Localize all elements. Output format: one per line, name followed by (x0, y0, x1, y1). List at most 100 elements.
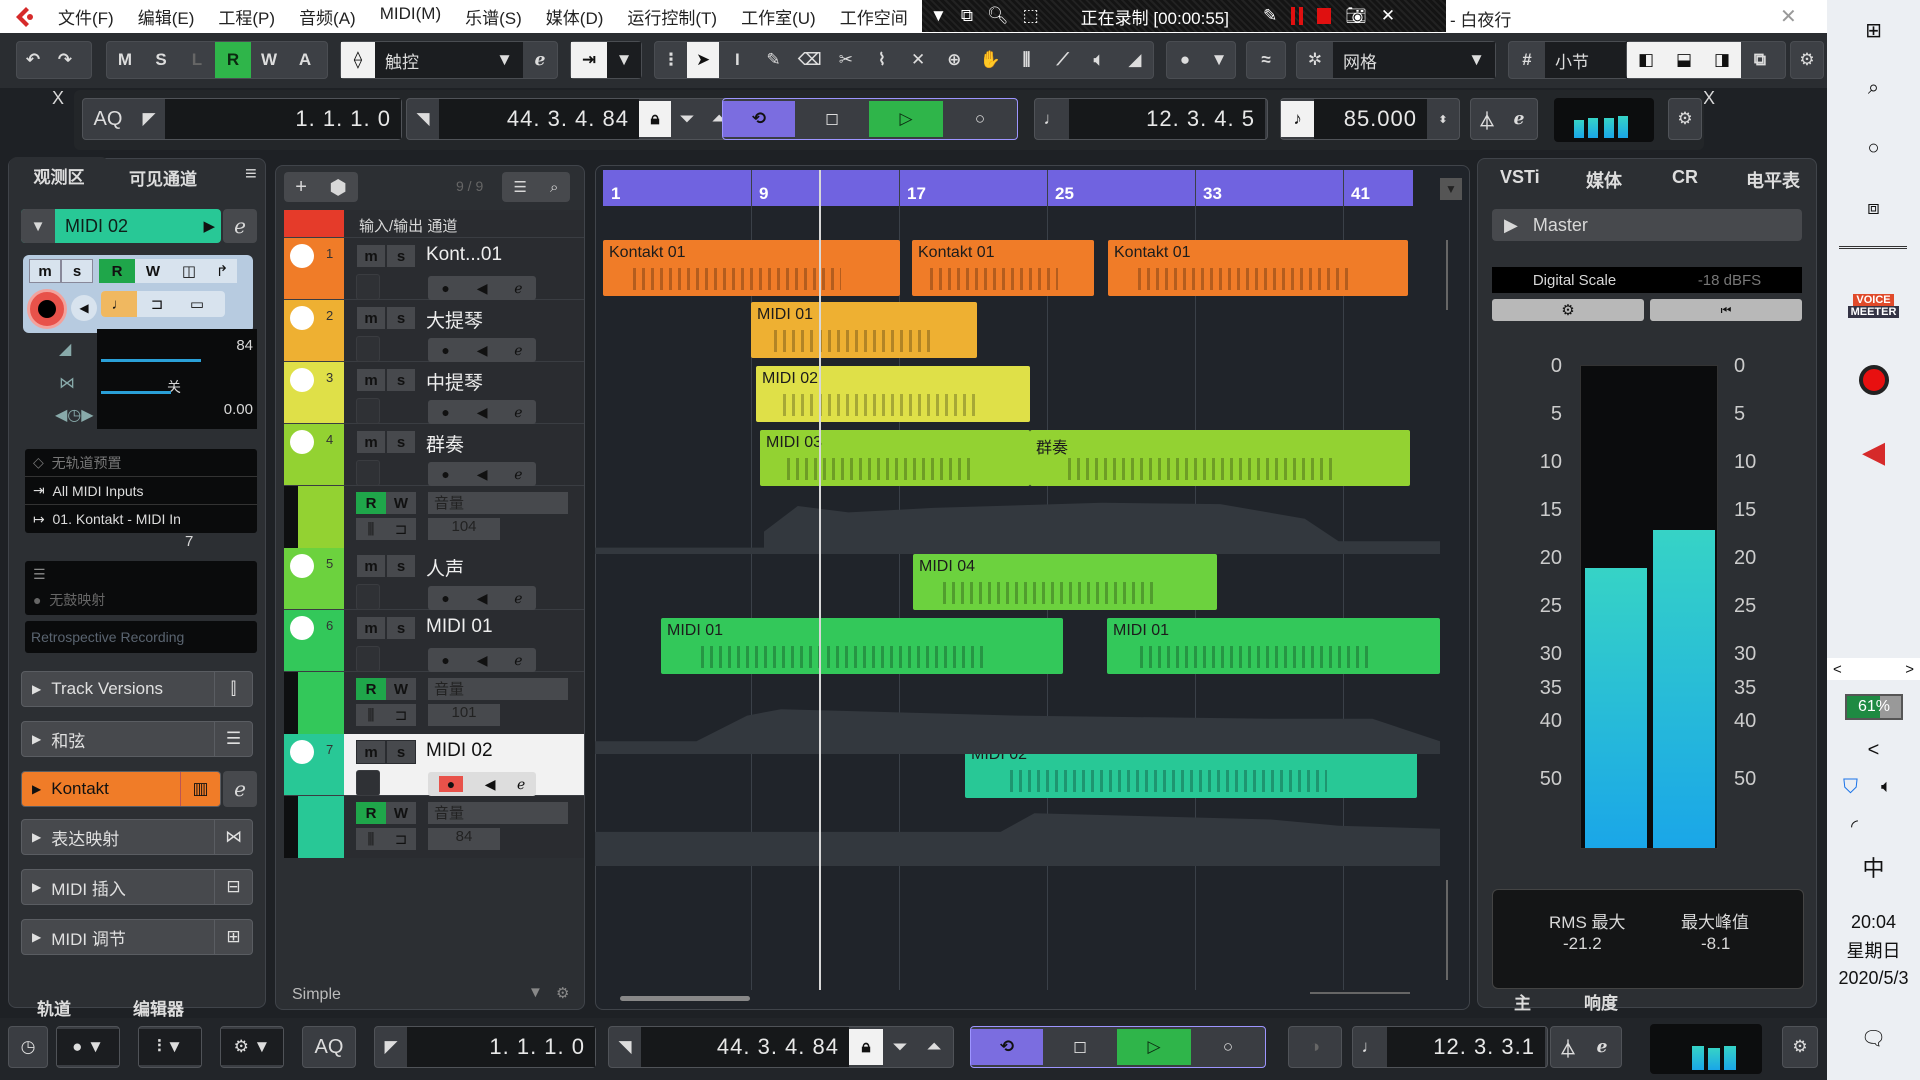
lock-icon[interactable]: ⊐ (386, 518, 416, 540)
menu-media[interactable]: 媒体(D) (534, 4, 616, 29)
track-name[interactable]: 大提琴 (426, 306, 483, 333)
edit-icon[interactable]: ℯ (514, 590, 522, 607)
lock-icon[interactable]: 🔒︎ (639, 101, 671, 137)
solo-button[interactable]: s (386, 306, 416, 330)
right-locator-icon[interactable]: ◥ (609, 1029, 641, 1065)
solo-button[interactable]: S (143, 42, 179, 78)
left-zone-icon[interactable]: ◧ (1627, 42, 1665, 78)
menu-audio[interactable]: 音频(A) (287, 4, 368, 29)
search-icon[interactable]: ⌕ (550, 179, 558, 196)
security-icon[interactable]: ⛉ (1843, 776, 1858, 799)
gear-icon[interactable]: ⚙ (1783, 1029, 1817, 1065)
snap-dropdown[interactable]: ▼ (1203, 42, 1235, 78)
midi-part[interactable]: Kontakt 01 (1108, 240, 1408, 296)
channel-value[interactable]: 7 (185, 533, 193, 550)
edit-instrument-icon[interactable]: ℯ (223, 209, 257, 243)
automation-lane[interactable]: RW ⫼ ⊐ 音量 84 (284, 796, 584, 858)
monitor-icon[interactable]: ◀ (477, 342, 488, 359)
monitor-toggle[interactable] (356, 336, 380, 362)
tab-visibility[interactable]: 可见通道 (129, 165, 197, 190)
reset-meter-button[interactable]: ⏮ (1650, 299, 1802, 321)
mute-button[interactable]: m (356, 368, 386, 392)
read-button[interactable]: R (356, 678, 386, 700)
left-locator-icon[interactable]: ◤ (133, 101, 165, 137)
inspector-track-header[interactable]: ▼ MIDI 02 ▶ (21, 209, 221, 243)
record-enable-icon[interactable]: ● (438, 776, 464, 792)
section-expression-map[interactable]: ▶ 表达映射 ⋈ (21, 819, 253, 855)
left-locator-field[interactable]: 1. 1. 1. 0 (407, 1027, 595, 1067)
play-button[interactable]: ▷ (1117, 1029, 1191, 1065)
write-button[interactable]: W (386, 492, 416, 514)
folder-track[interactable]: 输入/输出 通道 (284, 210, 584, 238)
automation-value[interactable]: 101 (428, 704, 500, 726)
track-name[interactable]: MIDI 01 (426, 616, 493, 638)
stop-button[interactable]: ◻ (795, 101, 869, 137)
click-edit-icon[interactable]: ℯ (1503, 101, 1535, 137)
pan-value[interactable]: 关 (167, 377, 181, 397)
add-track-icon[interactable]: + (295, 176, 307, 199)
pen-icon[interactable]: ✎ (1263, 6, 1277, 26)
master-section[interactable]: ▶ Master (1492, 209, 1802, 241)
monitor-icon[interactable]: ◀ (477, 652, 488, 669)
battery-indicator[interactable]: 61% (1845, 694, 1903, 720)
lock-icon[interactable]: ⊐ (386, 828, 416, 850)
line-tool-icon[interactable]: ⟋ (1045, 42, 1081, 78)
punch-out-icon[interactable]: ⏶ (917, 1029, 951, 1065)
modifiers-icon[interactable]: ⊞ (214, 920, 252, 954)
close-transport-right-icon[interactable]: X (1703, 88, 1715, 109)
tab-vsti[interactable]: VSTi (1500, 167, 1540, 188)
solo-button[interactable]: s (386, 244, 416, 268)
collapse-icon[interactable]: ▼ (21, 209, 55, 243)
show-lanes-icon[interactable]: ⫼ (356, 704, 386, 726)
track-row[interactable]: 6 ms MIDI 01 ● ◀ ℯ (284, 610, 584, 672)
track-row[interactable]: 2 ms 大提琴 ● ◀ ℯ (284, 300, 584, 362)
mute-button[interactable]: m (356, 554, 386, 578)
solo-button[interactable]: s (386, 368, 416, 392)
color-tool-icon[interactable]: ◢ (1117, 42, 1153, 78)
track-row[interactable]: 4 ms 群奏 ● ◀ ℯ (284, 424, 584, 486)
monitor-toggle[interactable] (356, 398, 380, 424)
lock-icon[interactable]: 🔒︎ (849, 1029, 883, 1065)
delay-value[interactable]: 0.00 (224, 401, 253, 418)
track-color[interactable]: 7 (284, 734, 344, 795)
menu-transport[interactable]: 运行控制(T) (615, 4, 729, 29)
automation-mode-select[interactable]: 触控 ▼ (375, 42, 523, 78)
track-row[interactable]: 3 ms 中提琴 ● ◀ ℯ (284, 362, 584, 424)
play-button[interactable]: ▷ (869, 101, 943, 137)
track-color[interactable]: 4 (284, 424, 344, 485)
write-automation-button[interactable]: W (251, 42, 287, 78)
snap-type-select[interactable]: 网格 ▼ (1333, 42, 1495, 78)
menu-edit[interactable]: 编辑(E) (126, 4, 207, 29)
zoom-tool-icon[interactable]: ⊕ (936, 42, 972, 78)
record-mode-select[interactable]: ● ▼ (57, 1029, 119, 1065)
track-row[interactable]: 5 ms 人声 ● ◀ ℯ (284, 548, 584, 610)
punch-in-icon[interactable]: ⏷ (671, 101, 703, 137)
tab-main[interactable]: 主 (1514, 989, 1531, 1014)
auto-punch-icon[interactable]: ◑ (1289, 1029, 1341, 1065)
track-name[interactable]: Kont...01 (426, 244, 502, 266)
setup-window-icon[interactable]: ⧉ (1741, 42, 1779, 78)
menu-midi[interactable]: MIDI(M) (368, 4, 453, 29)
tab-track[interactable]: 轨道 (37, 995, 71, 1020)
vertical-zoom-slider[interactable] (1446, 240, 1448, 310)
gear-icon[interactable]: ⚙ (1669, 101, 1701, 137)
edit-icon[interactable]: ℯ (514, 280, 522, 297)
drag-mode-dropdown[interactable]: ▼ (607, 42, 641, 78)
metronome-icon[interactable]: ⏃ (1551, 1029, 1585, 1065)
monitor-icon[interactable]: ◀ (485, 776, 496, 793)
clock-time[interactable]: 20:04 (1827, 910, 1920, 934)
section-chords[interactable]: ▶ 和弦 ☰ (21, 721, 253, 757)
undo-icon[interactable]: ↶ (17, 42, 49, 78)
musical-time-icon[interactable]: ♩ (101, 291, 137, 317)
record-enable-button[interactable] (27, 289, 67, 329)
gear-icon[interactable]: ⚙ (1791, 42, 1823, 78)
midi-input-select[interactable]: ⇥ All MIDI Inputs (25, 477, 257, 505)
windows-start-icon[interactable]: ⊞ (1827, 10, 1920, 50)
automation-icon[interactable]: ⟠ (341, 42, 375, 78)
digital-scale-row[interactable]: Digital Scale -18 dBFS (1492, 267, 1802, 293)
write-button[interactable]: W (135, 259, 171, 283)
inserts-icon[interactable]: ⊟ (214, 870, 252, 904)
record-button[interactable]: ○ (943, 101, 1017, 137)
window-icon[interactable]: ⧉ (961, 6, 973, 26)
pause-icon[interactable] (1291, 7, 1304, 25)
